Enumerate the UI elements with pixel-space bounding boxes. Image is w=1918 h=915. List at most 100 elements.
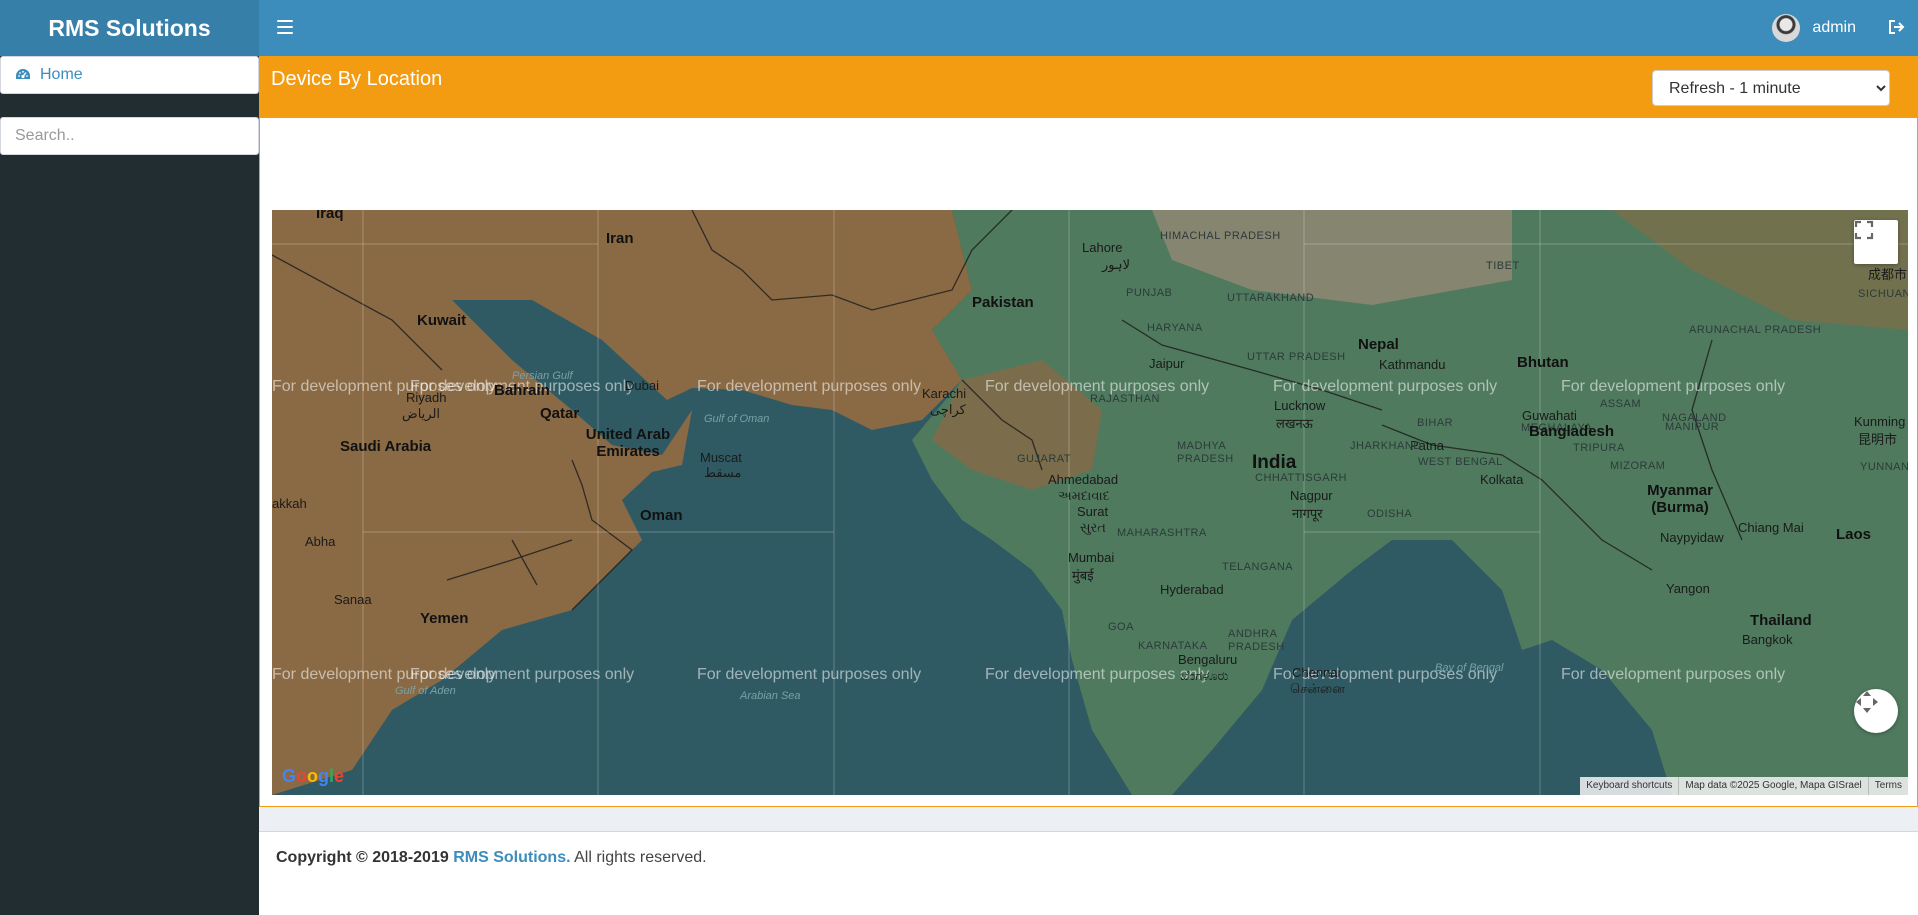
map-label: ARUNACHAL PRADESH xyxy=(1689,324,1822,336)
map-watermark: For development purposes only xyxy=(410,666,635,683)
map-label: MAHARASHTRA xyxy=(1117,527,1207,539)
map-label: Gulf of Aden xyxy=(395,685,456,697)
map-attribution: Keyboard shortcuts Map data ©2025 Google… xyxy=(1580,777,1908,795)
map-label: MADHYA PRADESH xyxy=(1177,440,1234,465)
panel-body: For development purposes only For develo… xyxy=(259,118,1918,807)
sidebar-item-label: Home xyxy=(40,66,83,83)
map-label: لاہور xyxy=(1102,257,1131,272)
map-label: Guwahati xyxy=(1522,408,1577,423)
map-label: Naypyidaw xyxy=(1660,530,1724,545)
map-label: MANIPUR xyxy=(1665,421,1720,433)
map-label: ODISHA xyxy=(1367,508,1413,520)
keyboard-shortcuts-link[interactable]: Keyboard shortcuts xyxy=(1580,777,1678,795)
main-content: Device By Location Refresh - 1 minute Fo… xyxy=(259,56,1918,915)
map-label: नागपूर xyxy=(1292,506,1323,521)
map-label: Chennai xyxy=(1292,665,1341,680)
map-label: Bhutan xyxy=(1517,354,1569,371)
device-location-map[interactable]: For development purposes only For develo… xyxy=(272,210,1908,795)
sign-out-icon[interactable] xyxy=(1888,19,1906,35)
map-label: Gulf of Oman xyxy=(704,413,770,425)
map-watermark: For development purposes only xyxy=(1561,378,1786,395)
brand-logo[interactable]: RMS Solutions xyxy=(0,0,259,56)
map-label: અમદાવાદ xyxy=(1058,488,1110,503)
map-label: Ahmedabad xyxy=(1048,472,1119,487)
map-label: Qatar xyxy=(540,405,580,422)
map-label: Oman xyxy=(640,507,683,524)
map-label: MIZORAM xyxy=(1610,460,1666,472)
map-label: Yangon xyxy=(1666,581,1710,596)
footer: Copyright © 2018-2019 RMS Solutions. All… xyxy=(259,831,1918,915)
map-label: Saudi Arabia xyxy=(340,438,432,455)
panel-header: Device By Location Refresh - 1 minute xyxy=(259,56,1918,118)
map-label: TIBET xyxy=(1486,260,1520,272)
user-menu[interactable]: admin xyxy=(1772,14,1856,42)
map-label: Hyderabad xyxy=(1160,582,1224,597)
map-label: Lucknow xyxy=(1274,398,1326,413)
map-label: Riyadh xyxy=(406,390,447,405)
map-label: Iran xyxy=(606,230,634,247)
map-label: Chiang Mai xyxy=(1738,520,1804,535)
map-label: Abha xyxy=(305,534,336,549)
map-label: Thailand xyxy=(1750,612,1812,629)
map-label: Sanaa xyxy=(334,592,372,607)
map-watermark: For development purposes only xyxy=(1561,666,1786,683)
map-label: Laos xyxy=(1836,526,1872,543)
map-label: Surat xyxy=(1077,504,1109,519)
map-label: Yemen xyxy=(420,610,469,627)
move-arrows-icon xyxy=(1856,691,1878,713)
map-data-text: Map data ©2025 Google, Mapa GISrael xyxy=(1678,777,1867,795)
map-label: GOA xyxy=(1108,621,1134,633)
refresh-interval-select[interactable]: Refresh - 1 minute xyxy=(1652,70,1890,106)
sidebar: RMS Solutions Home xyxy=(0,0,259,915)
map-label: India xyxy=(1252,452,1297,473)
map-label: Myanmar (Burma) xyxy=(1647,482,1713,516)
map-label: Kolkata xyxy=(1480,472,1524,487)
map-label: HIMACHAL PRADESH xyxy=(1160,230,1281,242)
google-logo[interactable]: Google xyxy=(282,766,344,787)
map-label: ಬೆಂಗಳೂರು xyxy=(1180,668,1229,683)
map-label: akkah xyxy=(272,496,307,511)
menu-toggle-icon[interactable] xyxy=(277,20,293,34)
map-label: HARYANA xyxy=(1147,322,1203,334)
map-label: Dubai xyxy=(625,378,659,393)
map-label: मुंबई xyxy=(1072,568,1094,583)
map-label: الرياض xyxy=(402,406,441,421)
map-label: Kathmandu xyxy=(1379,357,1446,372)
map-label: کراچی xyxy=(930,402,966,417)
map-label: Nepal xyxy=(1358,336,1399,353)
rights-text: All rights reserved. xyxy=(574,849,707,866)
copyright-text: Copyright © 2018-2019 xyxy=(276,849,449,866)
map-label: Karachi xyxy=(922,386,967,401)
map-label: BIHAR xyxy=(1417,417,1454,429)
map-watermark: For development purposes only xyxy=(697,666,922,683)
content-gap xyxy=(259,807,1918,831)
map-label: مسقط xyxy=(704,465,742,480)
map-label: Arabian Sea xyxy=(740,690,801,702)
fullscreen-button[interactable] xyxy=(1854,220,1898,264)
map-label: Muscat xyxy=(700,450,742,465)
map-label: 成都市 xyxy=(1868,267,1908,282)
page-title: Device By Location xyxy=(271,68,443,90)
map-label: YUNNAN xyxy=(1860,461,1908,473)
map-label: Iraq xyxy=(316,210,344,222)
map-label: JHARKHAND xyxy=(1350,440,1422,452)
map-watermark: For development purposes only xyxy=(985,666,1210,683)
map-label: ASSAM xyxy=(1600,398,1642,410)
map-watermark: For development purposes only xyxy=(1273,378,1498,395)
map-label: Bangladesh xyxy=(1529,423,1615,440)
top-navbar: admin xyxy=(259,0,1918,56)
map-label: Lahore xyxy=(1082,240,1123,255)
map-label: Mumbai xyxy=(1068,550,1115,565)
sidebar-item-home[interactable]: Home xyxy=(0,56,259,94)
map-label: સુરત xyxy=(1080,520,1106,535)
terms-link[interactable]: Terms xyxy=(1867,777,1908,795)
map-label: UTTARAKHAND xyxy=(1227,292,1315,304)
map-pan-control[interactable] xyxy=(1854,689,1898,733)
company-link[interactable]: RMS Solutions. xyxy=(453,849,570,866)
search-input[interactable] xyxy=(0,117,259,155)
map-label: KARNATAKA xyxy=(1138,640,1208,652)
map-label: ANDHRA PRADESH xyxy=(1228,628,1285,653)
map-label: SICHUAN xyxy=(1858,288,1908,300)
map-label: United Arab Emirates xyxy=(585,426,671,460)
dashboard-icon xyxy=(16,69,30,79)
